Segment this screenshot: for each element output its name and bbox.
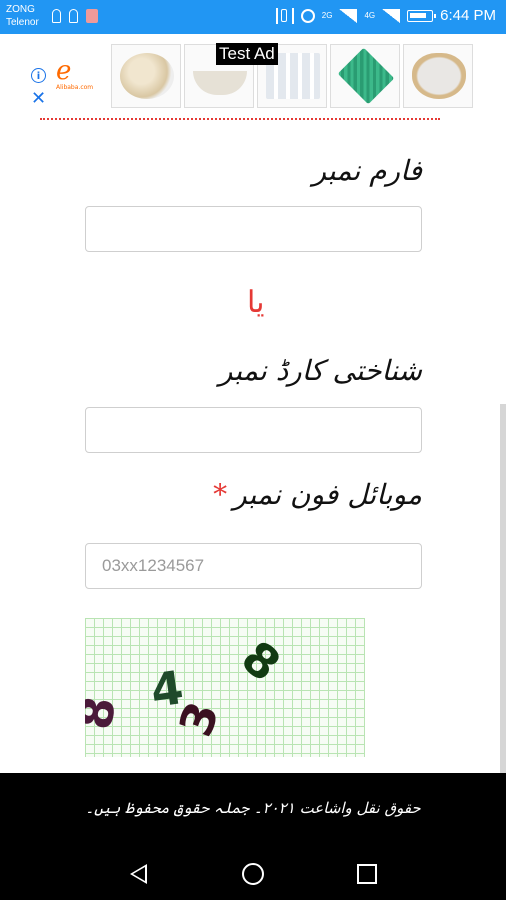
system-status-icons: 2G 4G 6:44 PM [275, 7, 496, 24]
alarm-icon [300, 8, 315, 23]
captcha-digit-1: 8 [85, 692, 127, 734]
network-type-1: 2G [321, 11, 333, 20]
ad-tile-heart[interactable] [403, 44, 473, 108]
captcha-digit-3: 3 [168, 694, 230, 744]
pistachio-image [120, 53, 174, 99]
mobile-input[interactable]: 03xx1234567 [85, 543, 422, 589]
test-ad-label: Test Ad [216, 43, 278, 65]
alibaba-logo[interactable]: e Alibaba.com [52, 56, 108, 94]
captcha-digit-4: 8 [231, 630, 291, 692]
alibaba-logo-mark: e [56, 56, 72, 86]
copyright-text: حقوق نقل واشاعت ۲۰۲۱۔ جملہ حقوق محفوظ ہی… [85, 799, 421, 817]
ad-tile-pistachios[interactable] [111, 44, 181, 108]
signal-1-icon [339, 8, 358, 23]
footer: حقوق نقل واشاعت ۲۰۲۱۔ جملہ حقوق محفوظ ہی… [0, 773, 506, 850]
ad-product-tiles[interactable] [111, 44, 473, 108]
ad-close-icon[interactable]: ✕ [31, 90, 46, 108]
or-label: یا [247, 285, 265, 320]
alibaba-brand-name: Alibaba.com [56, 84, 94, 91]
heart-dish-image [412, 53, 466, 99]
mobile-label: موبائل فون نمبر [233, 478, 422, 511]
ad-info-icon[interactable]: i [31, 68, 46, 83]
ad-banner[interactable]: i ✕ e Alibaba.com Test Ad [0, 34, 506, 122]
carrier-2: Telenor [6, 17, 39, 28]
captcha-image: 8 4 3 8 [85, 618, 365, 757]
form-content: فارم نمبر یا شناختی کارڈ نمبر موبائل فون… [0, 122, 506, 824]
usb-icon [52, 9, 61, 23]
notification-icons [52, 9, 98, 23]
image-notification-icon [86, 9, 98, 23]
clock: 6:44 PM [440, 7, 496, 24]
signal-2-icon [382, 8, 401, 23]
green-mat-image [337, 47, 395, 105]
home-icon[interactable] [242, 863, 264, 885]
required-asterisk: * [213, 478, 228, 511]
back-icon[interactable] [130, 864, 147, 884]
recent-apps-icon[interactable] [357, 864, 377, 884]
status-bar: ZONG Telenor 2G 4G 6:44 PM [0, 0, 506, 34]
scrollbar[interactable] [500, 404, 506, 824]
carrier-1: ZONG [6, 4, 35, 15]
usb-debug-icon [69, 9, 78, 23]
cnic-input[interactable] [85, 407, 422, 453]
carrier-names: ZONG Telenor [6, 3, 39, 29]
mobile-label-row: موبائل فون نمبر* [213, 478, 422, 511]
network-type-2: 4G [364, 11, 376, 20]
battery-icon [407, 9, 437, 22]
form-number-label: فارم نمبر [312, 154, 422, 187]
cnic-label: شناختی کارڈ نمبر [218, 354, 422, 387]
ad-tile-green-mat[interactable] [330, 44, 400, 108]
bowl-image [193, 71, 247, 95]
form-number-input[interactable] [85, 206, 422, 252]
navigation-bar [0, 850, 506, 900]
vibrate-icon [275, 7, 294, 24]
